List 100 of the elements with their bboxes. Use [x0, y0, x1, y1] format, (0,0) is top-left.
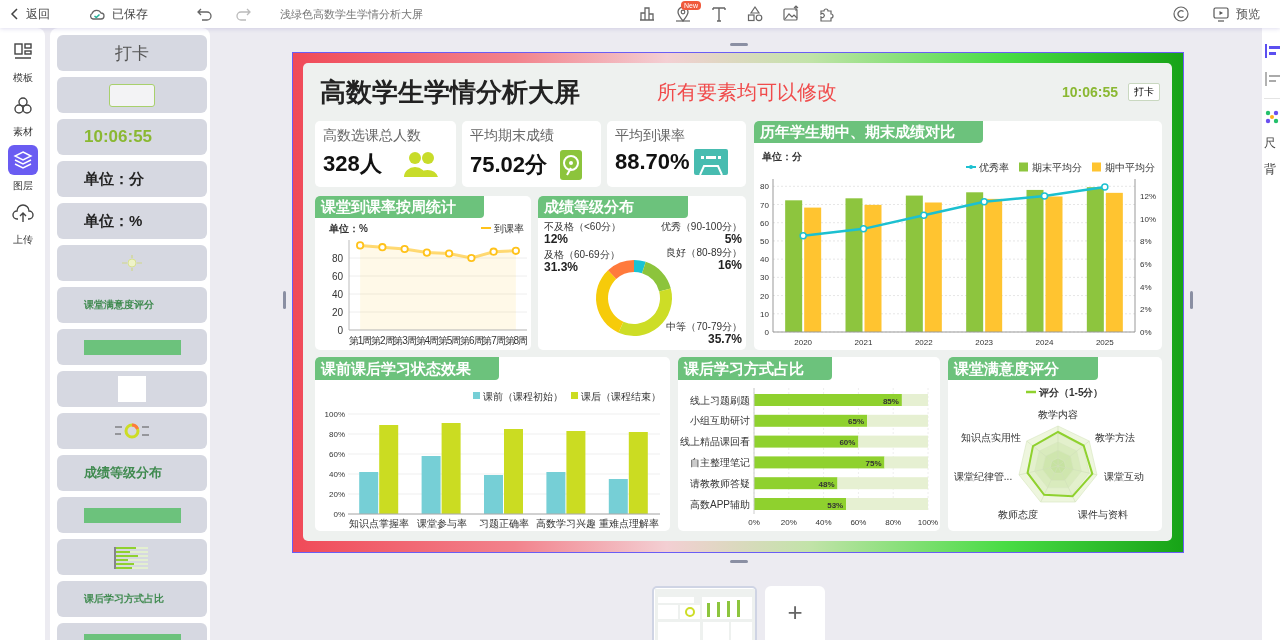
panel-title: 课前课后学习状态效果	[315, 357, 499, 380]
layer-item[interactable]: 打卡	[57, 35, 207, 71]
sidebar-label[interactable]: 图层	[12, 179, 33, 193]
axis-label: 0%	[333, 510, 345, 519]
hint-text: 所有要素均可以修改	[657, 79, 837, 105]
legend-label: 课前（课程初始）	[483, 391, 563, 402]
layer-item[interactable]: 单位：分	[57, 161, 207, 197]
axis-label: 0%	[748, 518, 760, 527]
axis-label: 2022	[914, 338, 933, 347]
axis-label: 2%	[1140, 305, 1152, 315]
axis-label: 高数APP辅助	[690, 498, 750, 510]
stat-value: 75.02分	[470, 151, 548, 179]
axis-label: 2023	[975, 338, 994, 347]
axis-label: 课堂参与率	[416, 518, 467, 529]
axis-label: 80%	[329, 430, 345, 439]
axis-label: 0	[337, 324, 343, 336]
add-page-button[interactable]: +	[765, 586, 825, 640]
layer-item[interactable]: 单位：%	[57, 203, 207, 239]
axis-label: 0%	[1140, 328, 1152, 337]
back-button[interactable]: 返回	[8, 5, 50, 23]
value-label: 75%	[865, 458, 882, 468]
axis-label: 教学方法	[1094, 431, 1135, 443]
axis-label: 教师态度	[997, 509, 1038, 521]
slice-label: 中等（70-79分）	[666, 321, 742, 332]
panel-title: 成绩等级分布	[538, 196, 688, 218]
axis-label: 30	[760, 273, 769, 283]
slice-value: 16%	[717, 258, 742, 272]
panel-label: 尺	[1264, 135, 1276, 151]
axis-label: 第8周	[504, 335, 528, 346]
axis-label: 40%	[329, 470, 345, 479]
axis-label: 60	[331, 270, 343, 282]
axis-label: 100%	[917, 518, 939, 527]
axis-label: 第1周	[348, 335, 372, 346]
axis-label: 80	[760, 182, 769, 192]
axis-label: 第2周	[371, 335, 394, 346]
panel-title: 历年学生期中、期末成绩对比	[754, 121, 983, 143]
axis-label: 20%	[329, 490, 345, 499]
dashboard-title: 高数学生学情分析大屏	[320, 75, 581, 109]
axis-label: 20%	[780, 518, 797, 527]
axis-label: 40%	[815, 518, 832, 527]
axis-label: 40	[760, 255, 769, 265]
axis-label: 自主整理笔记	[690, 456, 750, 468]
clock: 10:06:55	[1061, 84, 1118, 100]
legend-label: 到课率	[494, 223, 524, 234]
sidebar-label[interactable]: 模板	[12, 71, 33, 85]
axis-label: 教学内容	[1038, 409, 1078, 420]
axis-label: 80%	[885, 518, 902, 527]
sidebar-label[interactable]: 素材	[12, 125, 33, 139]
panel-title: 课堂满意度评分	[948, 357, 1098, 380]
sidebar-label[interactable]: 上传	[12, 233, 33, 247]
axis-label: 10%	[1140, 214, 1156, 224]
axis-label: 知识点实用性	[961, 431, 1022, 443]
unit-label: 单位：分	[762, 151, 802, 162]
stat-value: 328人	[323, 150, 382, 178]
axis-label: 课堂纪律管...	[953, 471, 1013, 483]
panel-title: 课堂到课率按周统计	[315, 196, 484, 218]
axis-label: 请教教师答疑	[690, 477, 750, 489]
preview-button[interactable]: 预览	[1212, 5, 1260, 23]
check-in-button[interactable]: 打卡	[1128, 83, 1160, 101]
stat-label: 高数选课总人数	[323, 127, 422, 145]
axis-label: 高数学习兴趣	[536, 518, 597, 529]
slice-value: 5%	[724, 232, 742, 246]
legend-label: 评分（1-5分）	[1039, 387, 1104, 398]
axis-label: 10	[760, 309, 769, 319]
axis-label: 8%	[1140, 237, 1152, 247]
axis-label: 课堂互动	[1103, 471, 1144, 483]
value-label: 85%	[882, 396, 899, 406]
axis-label: 100%	[324, 410, 345, 419]
axis-label: 60	[760, 218, 769, 228]
axis-label: 2021	[854, 338, 873, 347]
axis-label: 习题正确率	[479, 518, 529, 529]
axis-label: 0	[764, 328, 769, 337]
panel-label: 背	[1264, 161, 1276, 177]
slice-label: 及格（60-69分）	[544, 249, 620, 260]
axis-label: 20	[760, 291, 769, 301]
axis-label: 60%	[329, 450, 345, 459]
slice-label: 优秀（90-100分）	[660, 221, 742, 232]
axis-label: 40	[331, 288, 343, 300]
value-label: 53%	[827, 500, 844, 510]
axis-label: 第4周	[415, 335, 439, 346]
axis-label: 50	[760, 236, 769, 246]
slice-value: 35.7%	[707, 332, 742, 346]
save-status: 已保存	[112, 5, 148, 23]
stat-label: 平均到课率	[615, 127, 686, 145]
axis-label: 2020	[794, 338, 813, 347]
slice-value: 31.3%	[544, 260, 579, 274]
value-label: 60%	[839, 438, 856, 448]
slice-label: 良好（80-89分）	[666, 247, 742, 258]
legend-label: 期中平均分	[1105, 162, 1155, 173]
slice-label: 不及格（<60分）	[544, 221, 621, 232]
axis-label: 线上精品课回看	[680, 436, 750, 448]
axis-label: 重难点理解率	[598, 518, 659, 529]
axis-label: 第3周	[393, 335, 416, 346]
stat-value: 88.70%	[615, 149, 690, 175]
axis-label: 课件与资料	[1078, 509, 1129, 521]
panel-title: 课后学习方式占比	[678, 357, 832, 380]
legend-label: 优秀率	[979, 162, 1009, 173]
axis-label: 2024	[1035, 338, 1054, 347]
legend-label: 课后（课程结束）	[581, 391, 661, 402]
axis-label: 4%	[1140, 282, 1152, 292]
